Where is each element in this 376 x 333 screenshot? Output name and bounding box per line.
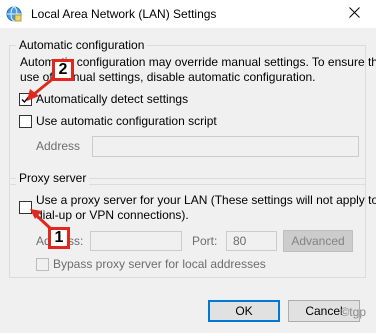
use-proxy-checkbox[interactable] xyxy=(19,201,32,214)
network-settings-icon xyxy=(6,6,22,22)
proxy-port-input[interactable]: 80 xyxy=(226,231,277,251)
close-button[interactable] xyxy=(332,0,376,28)
use-proxy-label-line1[interactable]: Use a proxy server for your LAN (These s… xyxy=(36,193,376,207)
title-bar: Local Area Network (LAN) Settings xyxy=(0,0,376,28)
close-icon xyxy=(348,7,360,21)
automatic-configuration-legend: Automatic configuration xyxy=(16,38,148,52)
window-title: Local Area Network (LAN) Settings xyxy=(31,7,217,21)
ok-button[interactable]: OK xyxy=(208,300,280,322)
watermark: ©tgp xyxy=(340,305,366,319)
bypass-local-checkbox[interactable] xyxy=(36,258,49,271)
proxy-port-value: 80 xyxy=(233,234,247,248)
cancel-button-label: Cancel xyxy=(305,304,343,318)
proxy-port-label: Port: xyxy=(192,234,218,248)
auto-detect-label[interactable]: Automatically detect settings xyxy=(36,92,188,106)
annotation-badge-2: 2 xyxy=(52,59,74,81)
checkmark-icon xyxy=(21,96,30,104)
proxy-server-legend: Proxy server xyxy=(16,171,90,185)
annotation-badge-1: 1 xyxy=(48,227,70,249)
bypass-local-label[interactable]: Bypass proxy server for local addresses xyxy=(53,257,266,271)
auto-script-address-input[interactable] xyxy=(92,136,359,157)
auto-script-checkbox[interactable] xyxy=(19,115,32,128)
auto-script-label[interactable]: Use automatic configuration script xyxy=(36,114,217,128)
advanced-button-label: Advanced xyxy=(291,234,345,248)
advanced-button[interactable]: Advanced xyxy=(283,230,353,252)
proxy-address-input[interactable] xyxy=(90,231,182,251)
auto-detect-checkbox[interactable] xyxy=(19,93,32,106)
use-proxy-label-line2[interactable]: dial-up or VPN connections). xyxy=(36,208,189,222)
auto-script-address-label: Address xyxy=(36,139,81,153)
ok-button-label: OK xyxy=(235,304,253,318)
